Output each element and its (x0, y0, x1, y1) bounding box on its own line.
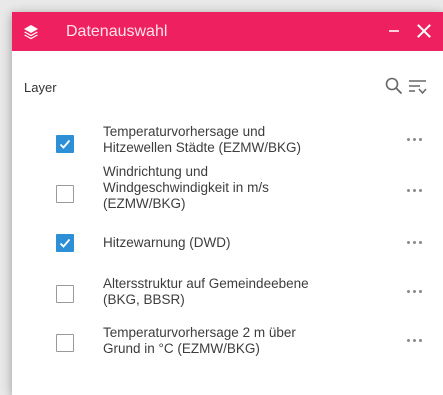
close-button[interactable] (411, 18, 437, 44)
layer-options-button[interactable] (405, 132, 425, 146)
more-dot (419, 189, 422, 192)
layer-checkbox[interactable] (56, 234, 74, 252)
layer-options-button[interactable] (405, 235, 425, 249)
more-dot (419, 339, 422, 342)
layer-options-button[interactable] (405, 333, 425, 347)
layer-label: Altersstruktur auf Gemeindeebene (BKG, B… (103, 276, 309, 307)
more-dot (419, 290, 422, 293)
layer-row: Temperaturvorhersage 2 m über Grund in °… (12, 324, 443, 366)
layer-header: Layer (12, 76, 443, 100)
layers-icon (22, 23, 40, 41)
panel-titlebar: Datenauswahl (12, 12, 443, 51)
data-selection-panel: Datenauswahl Layer Temperaturvorhersage … (12, 12, 443, 395)
layer-options-button[interactable] (405, 284, 425, 298)
more-dot (419, 241, 422, 244)
layer-checkbox[interactable] (56, 135, 74, 153)
layer-section-label: Layer (24, 80, 57, 95)
more-horizontal-icon (407, 189, 410, 192)
checkmark-icon (59, 238, 71, 248)
more-dot (413, 138, 416, 141)
layer-checkbox[interactable] (56, 334, 74, 352)
layer-row: Altersstruktur auf Gemeindeebene (BKG, B… (12, 272, 443, 314)
more-dot (413, 241, 416, 244)
panel-title: Datenauswahl (66, 22, 168, 40)
layer-label: Temperaturvorhersage und Hitzewellen Stä… (103, 124, 302, 155)
more-horizontal-icon (407, 339, 410, 342)
more-horizontal-icon (407, 241, 410, 244)
search-icon (385, 77, 402, 94)
filter-button[interactable] (407, 77, 429, 97)
minimize-icon (389, 30, 399, 32)
layer-checkbox[interactable] (56, 185, 74, 203)
more-dot (413, 189, 416, 192)
layer-options-button[interactable] (405, 183, 425, 197)
more-dot (413, 339, 416, 342)
filter-list-icon (409, 80, 427, 95)
close-icon (417, 24, 431, 38)
more-horizontal-icon (407, 290, 410, 293)
layer-row: Hitzewarnung (DWD) (12, 230, 443, 256)
layer-label: Windrichtung und Windgeschwindigkeit in … (103, 164, 269, 211)
more-dot (413, 290, 416, 293)
checkmark-icon (59, 139, 71, 149)
more-horizontal-icon (407, 138, 410, 141)
layer-row: Windrichtung und Windgeschwindigkeit in … (12, 162, 443, 220)
minimize-button[interactable] (383, 20, 405, 42)
layer-checkbox[interactable] (56, 285, 74, 303)
layer-row: Temperaturvorhersage und Hitzewellen Stä… (12, 120, 443, 162)
search-button[interactable] (384, 76, 404, 96)
layer-label: Temperaturvorhersage 2 m über Grund in °… (103, 325, 296, 356)
layer-label: Hitzewarnung (DWD) (103, 235, 231, 250)
more-dot (419, 138, 422, 141)
